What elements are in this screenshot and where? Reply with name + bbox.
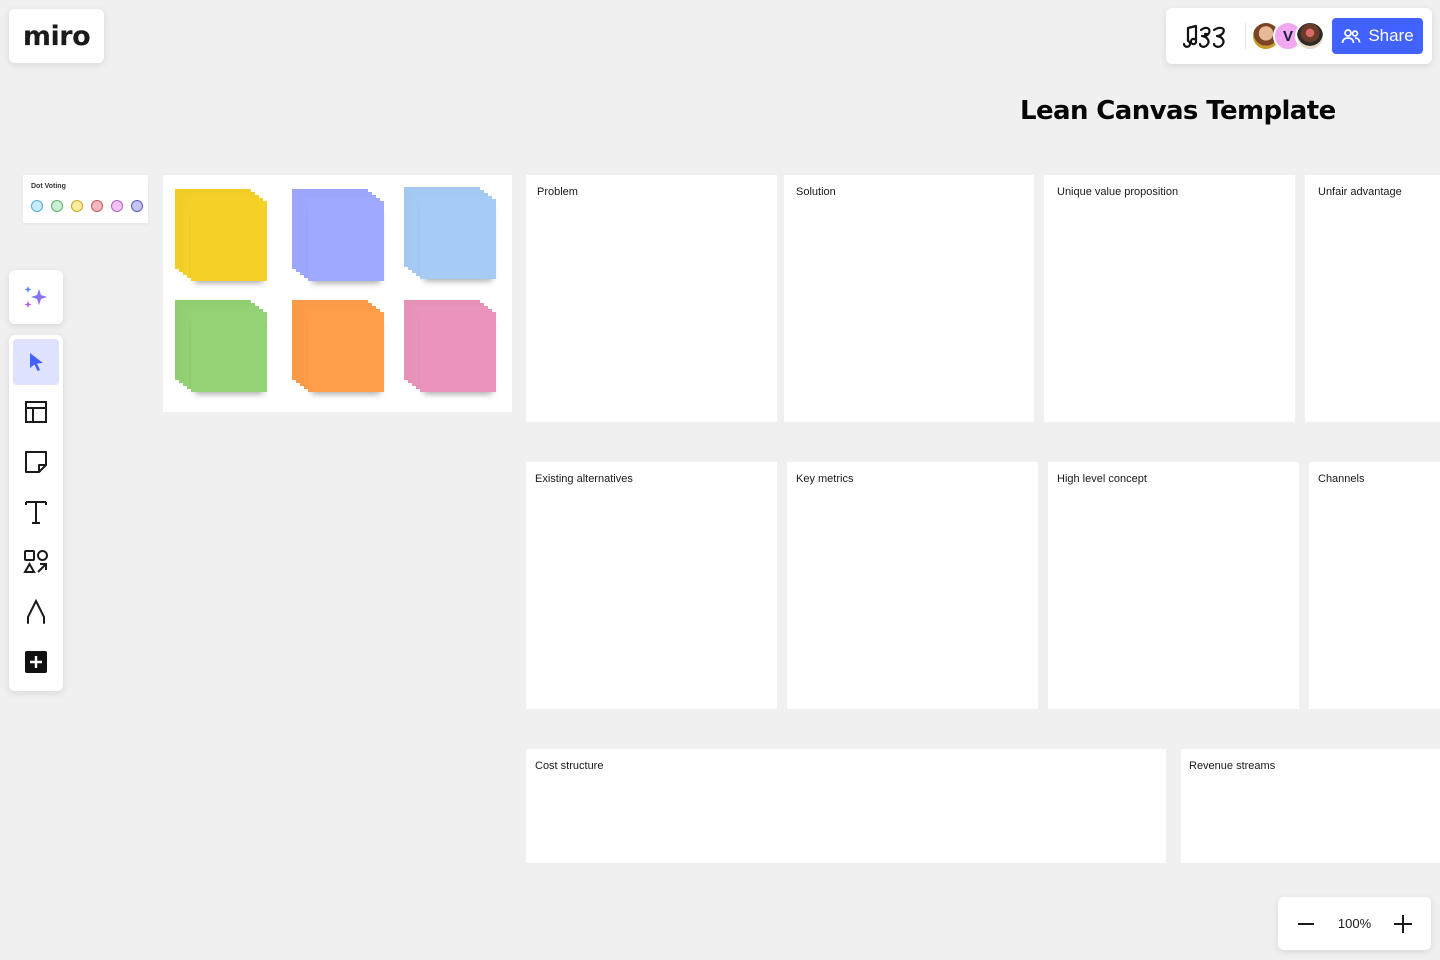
zoom-out-button[interactable] xyxy=(1294,912,1318,936)
sticky-note-icon xyxy=(25,451,47,473)
section-label: Channels xyxy=(1318,473,1365,485)
sticky-stack-pink[interactable] xyxy=(404,300,498,400)
section-problem[interactable]: Problem xyxy=(526,175,777,422)
sticky-note xyxy=(308,312,384,392)
sticky-note-palette xyxy=(163,175,512,412)
sticky-stack-green[interactable] xyxy=(175,300,269,400)
left-toolbar xyxy=(9,335,63,691)
vote-dot[interactable] xyxy=(91,200,103,212)
minus-icon xyxy=(1298,922,1314,925)
ai-assistant-button[interactable] xyxy=(9,270,63,324)
tool-select[interactable] xyxy=(13,339,59,385)
board-title: Lean Canvas Template xyxy=(1020,96,1336,126)
section-high-level-concept[interactable]: High level concept xyxy=(1048,462,1299,709)
avatar-initial: V xyxy=(1282,27,1293,45)
section-label: Revenue streams xyxy=(1189,760,1276,772)
sparkle-icon xyxy=(24,286,47,308)
sticky-stack-yellow[interactable] xyxy=(175,189,269,289)
vote-dot[interactable] xyxy=(51,200,63,212)
tool-shapes[interactable] xyxy=(13,539,59,585)
section-label: Cost structure xyxy=(535,760,604,772)
sticky-note xyxy=(420,199,496,279)
vote-dot[interactable] xyxy=(71,200,83,212)
text-icon xyxy=(25,501,47,524)
section-label: Solution xyxy=(796,186,836,198)
divider xyxy=(1245,23,1246,49)
vote-dot[interactable] xyxy=(111,200,123,212)
section-revenue-streams[interactable]: Revenue streams xyxy=(1181,749,1440,863)
section-cost-structure[interactable]: Cost structure xyxy=(526,749,1166,863)
tool-templates[interactable] xyxy=(13,389,59,435)
section-label: Unique value proposition xyxy=(1057,186,1179,198)
miro-logo[interactable]: miro xyxy=(9,9,104,63)
share-button[interactable]: Share xyxy=(1332,18,1423,54)
vote-dot[interactable] xyxy=(31,200,43,212)
section-key-metrics[interactable]: Key metrics xyxy=(787,462,1038,709)
section-label: High level concept xyxy=(1057,473,1147,485)
avatar[interactable] xyxy=(1295,21,1325,51)
layout-icon xyxy=(25,401,47,423)
section-label: Existing alternatives xyxy=(535,473,633,485)
sticky-stack-orange[interactable] xyxy=(292,300,386,400)
tool-sticky-note[interactable] xyxy=(13,439,59,485)
sticky-stack-violet[interactable] xyxy=(292,189,386,289)
shapes-icon xyxy=(23,550,48,573)
dot-voting-title: Dot Voting xyxy=(31,183,66,190)
section-unfair-advantage[interactable]: Unfair advantage xyxy=(1305,175,1440,422)
zoom-level[interactable]: 100% xyxy=(1338,916,1371,931)
section-label: Key metrics xyxy=(796,473,854,485)
section-unique-value-proposition[interactable]: Unique value proposition xyxy=(1044,175,1295,422)
sticky-note xyxy=(308,201,384,281)
section-label: Unfair advantage xyxy=(1318,186,1402,198)
zoom-in-button[interactable] xyxy=(1391,912,1415,936)
sticky-note xyxy=(420,312,496,392)
plus-square-icon xyxy=(25,651,47,673)
music-notes-icon[interactable] xyxy=(1180,21,1232,51)
section-existing-alternatives[interactable]: Existing alternatives xyxy=(526,462,777,709)
pen-icon xyxy=(27,599,45,624)
tool-pen[interactable] xyxy=(13,589,59,635)
top-right-bar: V Share xyxy=(1166,8,1432,64)
sticky-note xyxy=(191,201,267,281)
logo-text: miro xyxy=(22,20,91,52)
dot-voting-widget[interactable]: Dot Voting xyxy=(23,175,148,223)
section-channels[interactable]: Channels xyxy=(1309,462,1440,709)
section-solution[interactable]: Solution xyxy=(784,175,1034,422)
section-label: Problem xyxy=(537,186,578,198)
tool-more[interactable] xyxy=(13,639,59,685)
cursor-icon xyxy=(30,353,43,371)
collaborator-avatars: V xyxy=(1251,21,1325,51)
zoom-control: 100% xyxy=(1278,897,1431,950)
share-label: Share xyxy=(1368,26,1414,45)
users-icon xyxy=(1341,29,1361,44)
plus-icon xyxy=(1394,914,1412,933)
sticky-stack-light-blue[interactable] xyxy=(404,187,498,287)
vote-dot[interactable] xyxy=(131,200,143,212)
tool-text[interactable] xyxy=(13,489,59,535)
sticky-note xyxy=(191,312,267,392)
